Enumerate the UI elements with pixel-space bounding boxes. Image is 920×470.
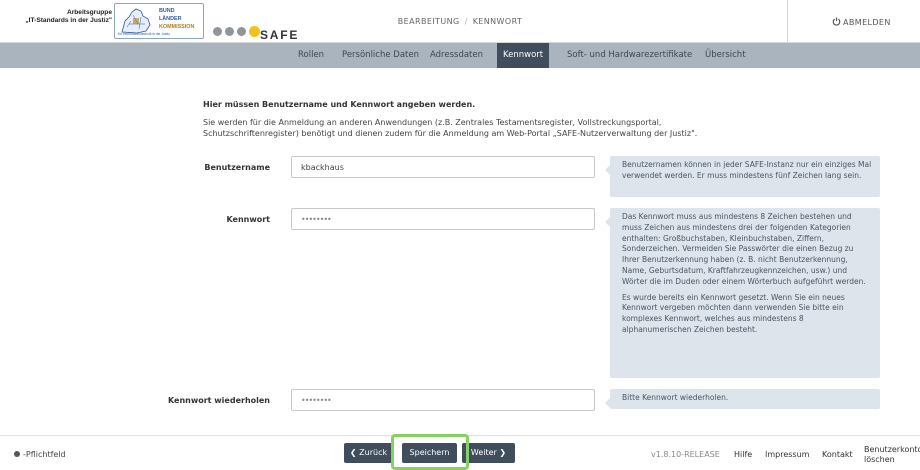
footer-link-kontakt[interactable]: Kontakt	[822, 450, 853, 459]
brand-dot	[213, 27, 222, 36]
tab-adressdaten[interactable]: Adressdaten	[424, 43, 489, 68]
org-name-line1: Arbeitsgruppe	[66, 9, 112, 16]
version-label: v1.8.10-RELEASE	[651, 450, 720, 459]
save-button[interactable]: Speichern	[402, 443, 457, 463]
blk-logo: BUND LÄNDER KOMMISSION für Informationst…	[114, 3, 204, 39]
password-input[interactable]	[291, 208, 595, 230]
password-hint: Das Kennwort muss aus mindestens 8 Zeich…	[605, 208, 880, 378]
tab-bar: Rollen Persönliche Daten Adressdaten Ken…	[0, 43, 920, 68]
password-repeat-hint: Bitte Kennwort wiederholen.	[605, 389, 880, 409]
breadcrumb-separator: /	[464, 17, 468, 26]
brand-dot	[237, 27, 246, 36]
logo-wordmark: BUND LÄNDER KOMMISSION	[159, 7, 194, 31]
required-note: -Pflichtfeld	[14, 450, 66, 459]
brand-dot-highlight	[249, 26, 260, 37]
username-input[interactable]	[291, 156, 595, 178]
breadcrumb-item-kennwort: KENNWORT	[472, 17, 523, 26]
password-hint-existing: Es wurde bereits ein Kennwort gesetzt. W…	[622, 292, 845, 334]
section-title: Hier müssen Benutzername und Kennwort an…	[203, 100, 476, 109]
footer-link-impressum[interactable]: Impressum	[765, 450, 809, 459]
required-label: -Pflichtfeld	[23, 450, 66, 459]
footer-link-hilfe[interactable]: Hilfe	[734, 450, 752, 459]
back-button[interactable]: ❮ Zurück	[344, 443, 393, 463]
next-button[interactable]: Weiter ❯	[462, 443, 515, 463]
brand-dot	[225, 27, 234, 36]
app-header: Arbeitsgruppe „IT-Standards in der Justi…	[0, 0, 920, 43]
tab-kennwort[interactable]: Kennwort	[497, 43, 550, 68]
logout-label: ABMELDEN	[843, 18, 891, 27]
footer-link-benutzerkonto-loeschen[interactable]: Benutzerkonto löschen	[864, 445, 920, 465]
footer: -Pflichtfeld ❮ Zurück Speichern Weiter ❯…	[0, 435, 920, 470]
tab-persoenliche-daten[interactable]: Persönliche Daten	[336, 43, 425, 68]
logout-area: ABMELDEN	[787, 0, 920, 43]
password-repeat-label: Kennwort wiederholen	[167, 396, 270, 405]
section-description: Sie werden für die Anmeldung an anderen …	[203, 118, 698, 138]
power-icon	[832, 17, 841, 26]
tab-soft-und-hardwarezertifikate[interactable]: Soft- und Hardwarezertifikate	[561, 43, 698, 68]
tab-uebersicht[interactable]: Übersicht	[699, 43, 752, 68]
logo-word-2: LÄNDER	[159, 16, 182, 22]
username-hint: Benutzernamen können in jeder SAFE-Insta…	[605, 156, 880, 197]
required-dot-icon	[14, 451, 20, 457]
logout-button[interactable]: ABMELDEN	[832, 17, 891, 27]
password-hint-rules: Das Kennwort muss aus mindestens 8 Zeich…	[622, 212, 866, 286]
org-name-line2: „IT-Standards in der Justiz"	[25, 17, 112, 24]
app-title: SAFE	[260, 28, 300, 42]
logo-word-3: KOMMISSION	[159, 24, 195, 30]
username-label: Benutzername	[204, 163, 270, 172]
breadcrumb-item-bearbeitung[interactable]: BEARBEITUNG	[398, 17, 460, 26]
tab-rollen[interactable]: Rollen	[292, 43, 330, 68]
germany-map-icon	[121, 8, 151, 34]
password-label: Kennwort	[226, 215, 270, 224]
password-repeat-input[interactable]	[291, 389, 595, 411]
logo-word-1: BUND	[159, 8, 175, 14]
org-name: Arbeitsgruppe „IT-Standards in der Justi…	[14, 9, 112, 25]
logo-subtitle: für Informationstechnik in der Justiz	[118, 32, 170, 36]
